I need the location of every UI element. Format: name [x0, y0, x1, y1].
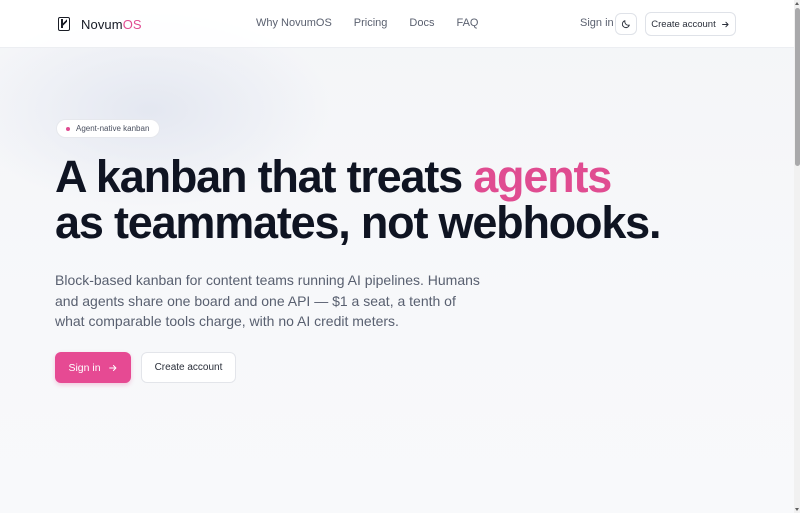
header-create-account-label: Create account — [651, 18, 716, 30]
moon-icon — [621, 20, 630, 29]
brand-name: NovumOS — [81, 17, 142, 32]
nav-link-docs[interactable]: Docs — [409, 17, 434, 29]
hero-description: Block-based kanban for content teams run… — [55, 272, 480, 329]
scrollbar-thumb[interactable] — [795, 8, 800, 166]
brand-name-accent: OS — [122, 16, 142, 32]
nav-link-pricing[interactable]: Pricing — [354, 17, 388, 29]
brand-logo-link[interactable]: NovumOS — [58, 16, 142, 32]
landing-page: NovumOS Why NovumOS Pricing Docs FAQ Sig… — [0, 0, 800, 513]
hero-create-account-label: Create account — [154, 362, 223, 373]
arrow-right-icon — [721, 21, 729, 27]
hero-badge-label: Agent-native kanban — [76, 124, 150, 133]
page-scrollbar[interactable] — [794, 0, 800, 513]
novum-logo-icon — [58, 17, 70, 31]
brand-name-main: Novum — [81, 16, 123, 32]
scroll-down-arrow-icon[interactable] — [794, 507, 800, 513]
hero-create-account-button[interactable]: Create account — [141, 352, 236, 383]
header-create-account-button[interactable]: Create account — [645, 12, 736, 36]
scroll-up-arrow-icon[interactable] — [794, 0, 800, 6]
hero-sign-in-button[interactable]: Sign in — [55, 352, 131, 383]
header-sign-in-link[interactable]: Sign in — [580, 17, 614, 29]
arrow-right-icon — [108, 364, 116, 371]
badge-dot-icon — [66, 126, 70, 131]
headline-part-1: A kanban that treats — [55, 151, 474, 202]
hero-sign-in-label: Sign in — [68, 361, 101, 374]
main-nav: Why NovumOS Pricing Docs FAQ — [256, 17, 479, 29]
site-header: NovumOS Why NovumOS Pricing Docs FAQ Sig… — [0, 0, 794, 48]
theme-toggle-button[interactable] — [615, 13, 637, 35]
nav-link-why[interactable]: Why NovumOS — [256, 17, 332, 29]
nav-link-faq[interactable]: FAQ — [456, 17, 478, 29]
headline-part-2: as teammates, not webhooks. — [55, 197, 661, 248]
hero-badge: Agent-native kanban — [56, 119, 161, 138]
hero-headline: A kanban that treats agents as teammates… — [55, 154, 755, 246]
headline-accent: agents — [473, 151, 612, 202]
